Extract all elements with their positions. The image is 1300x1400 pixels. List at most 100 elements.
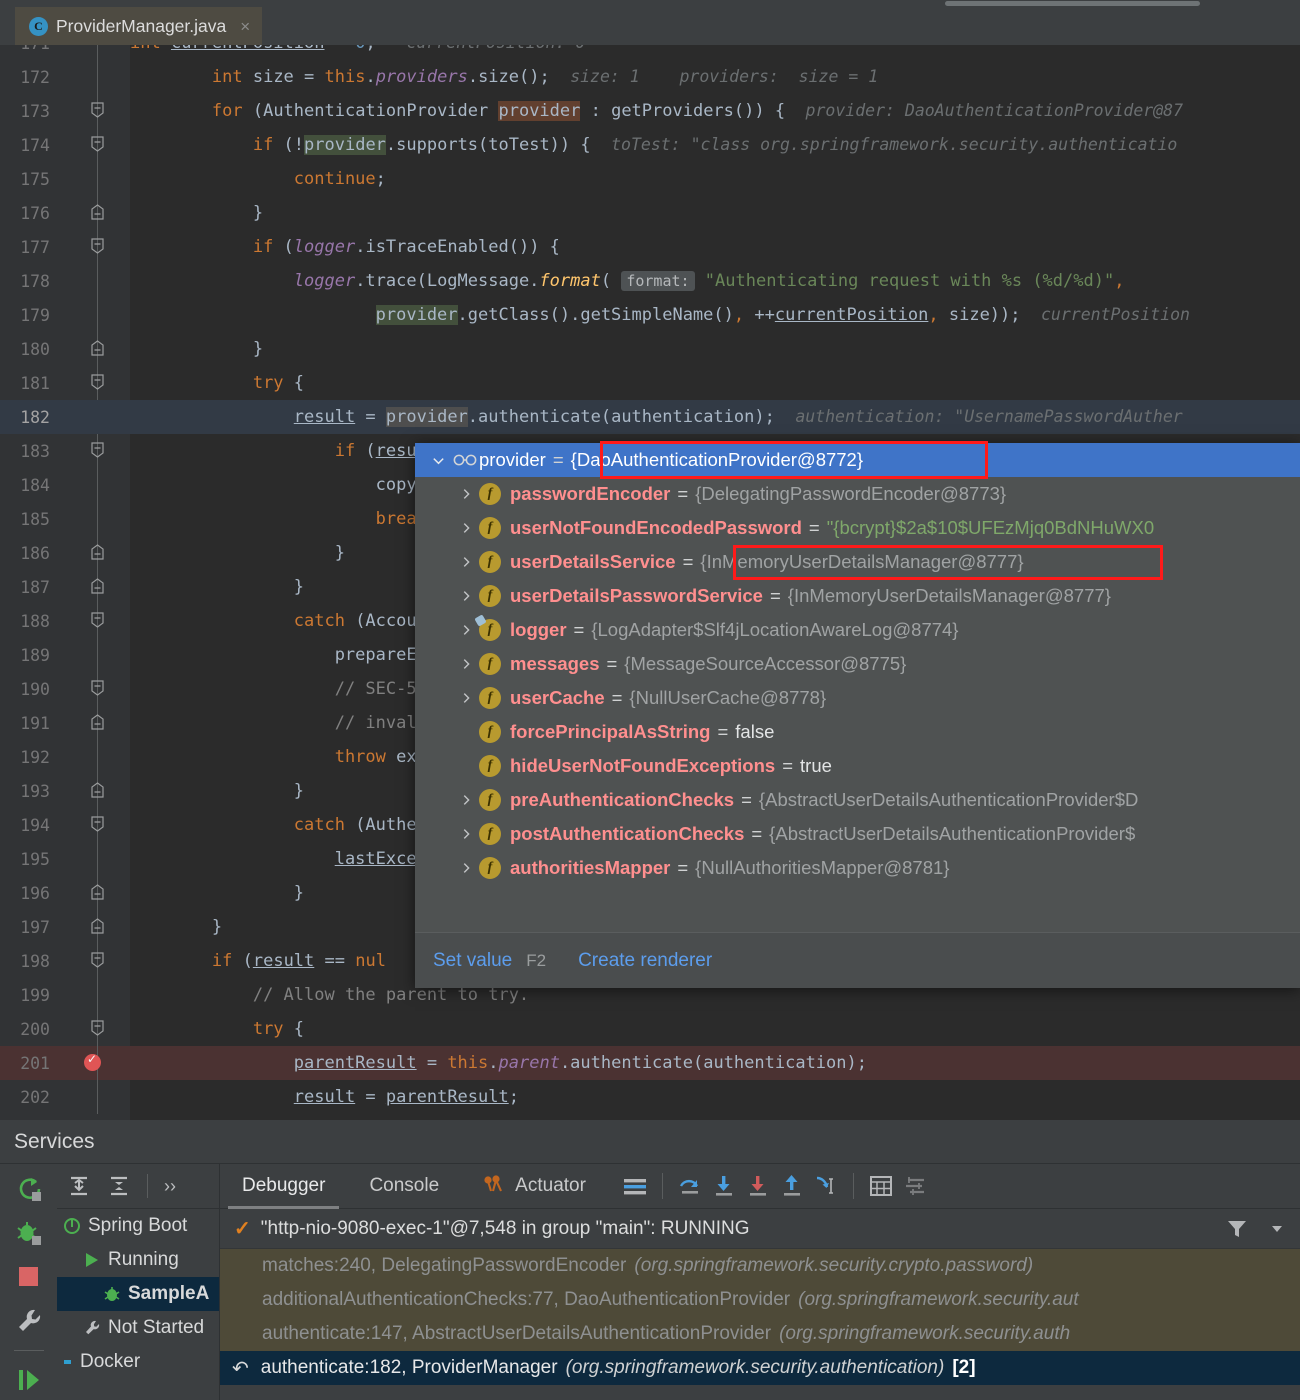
fold-column[interactable]	[50, 842, 130, 876]
code-line-171[interactable]: 171 int currentPosition = 0; currentPosi…	[0, 45, 1300, 60]
create-renderer-link[interactable]: Create renderer	[578, 950, 712, 972]
code-line-202[interactable]: 202 result = parentResult;	[0, 1080, 1300, 1114]
code-line-177[interactable]: 177 if (logger.isTraceEnabled()) {	[0, 230, 1300, 264]
run-to-cursor-icon[interactable]	[809, 1169, 843, 1203]
services-tree-item-not-started[interactable]: Not Started	[57, 1311, 219, 1345]
services-tree-item-docker[interactable]: Docker	[57, 1345, 219, 1379]
popup-field-row[interactable]: f forcePrincipalAsString = false	[415, 715, 1300, 749]
editor-horizontal-scrollbar[interactable]	[0, 0, 1300, 7]
chevron-down-icon[interactable]	[1268, 1220, 1286, 1238]
stack-frame-row[interactable]: authenticate:147, AbstractUserDetailsAut…	[220, 1317, 1300, 1351]
popup-field-row[interactable]: f userDetailsPasswordService = {InMemoryUse…	[415, 579, 1300, 613]
call-stack-frames[interactable]: matches:240, DelegatingPasswordEncoder (o…	[220, 1249, 1300, 1385]
rerun-icon[interactable]	[14, 1174, 44, 1204]
fold-column[interactable]	[50, 570, 130, 604]
step-out-icon[interactable]	[775, 1169, 809, 1203]
close-icon[interactable]: ×	[240, 18, 250, 35]
fold-column[interactable]	[50, 366, 130, 400]
code-line-178[interactable]: 178 logger.trace(LogMessage.format( form…	[0, 264, 1300, 298]
chevron-right-icon[interactable]	[453, 521, 479, 535]
fold-column[interactable]	[50, 536, 130, 570]
fold-column[interactable]	[50, 910, 130, 944]
breakpoint-icon[interactable]	[84, 1052, 101, 1071]
fold-column[interactable]	[50, 604, 130, 638]
threads-view-icon[interactable]	[618, 1169, 652, 1203]
filter-icon[interactable]	[1226, 1218, 1248, 1240]
services-action-rail[interactable]	[0, 1164, 57, 1400]
code-line-181[interactable]: 181 try {	[0, 366, 1300, 400]
fold-column[interactable]	[50, 468, 130, 502]
fold-column[interactable]	[50, 298, 130, 332]
code-line-173[interactable]: 173 for (AuthenticationProvider provider…	[0, 94, 1300, 128]
code-line-175[interactable]: 175 continue;	[0, 162, 1300, 196]
services-tree-item-spring-boot[interactable]: Spring Boot	[57, 1209, 219, 1243]
tab-actuator[interactable]: Actuator	[461, 1164, 608, 1209]
popup-field-row[interactable]: f messages = {MessageSourceAccessor@8775}	[415, 647, 1300, 681]
expand-all-icon[interactable]	[67, 1174, 91, 1198]
fold-column[interactable]	[50, 978, 130, 1012]
fold-column[interactable]	[50, 876, 130, 910]
services-tree-items[interactable]: Spring Boot Running SampleA Not Started Dock…	[57, 1209, 219, 1379]
fold-column[interactable]	[50, 502, 130, 536]
services-tree-toolbar[interactable]: ››	[57, 1164, 219, 1209]
tab-console[interactable]: Console	[347, 1164, 461, 1209]
fold-column[interactable]	[50, 672, 130, 706]
settings-wrench-icon[interactable]	[14, 1306, 44, 1336]
thread-status-row[interactable]: ✓ "http-nio-9080-exec-1"@7,548 in group …	[220, 1209, 1300, 1249]
step-into-icon[interactable]	[707, 1169, 741, 1203]
settings-list-icon[interactable]	[898, 1169, 932, 1203]
fold-column[interactable]	[50, 196, 130, 230]
code-line-179[interactable]: 179 provider.getClass().getSimpleName(),…	[0, 298, 1300, 332]
code-line-182[interactable]: 182 result = provider.authenticate(authe…	[0, 400, 1300, 434]
stack-frame-row[interactable]: matches:240, DelegatingPasswordEncoder (o…	[220, 1249, 1300, 1283]
stack-frame-row[interactable]: additionalAuthenticationChecks:77, DaoAu…	[220, 1283, 1300, 1317]
fold-column[interactable]	[50, 774, 130, 808]
debug-icon[interactable]	[14, 1218, 44, 1248]
evaluate-expression-icon[interactable]	[864, 1169, 898, 1203]
fold-column[interactable]	[50, 1012, 130, 1046]
popup-field-row[interactable]: f authoritiesMapper = {NullAuthoritiesMappe…	[415, 851, 1300, 885]
step-over-icon[interactable]	[673, 1169, 707, 1203]
chevron-right-icon[interactable]	[453, 827, 479, 841]
services-tree-item-running[interactable]: Running	[57, 1243, 219, 1277]
code-line-180[interactable]: 180 }	[0, 332, 1300, 366]
thread-row-actions[interactable]	[1226, 1218, 1286, 1240]
code-line-200[interactable]: 200 try {	[0, 1012, 1300, 1046]
fold-column[interactable]	[50, 230, 130, 264]
chevron-right-icon[interactable]	[453, 623, 479, 637]
more-icon[interactable]: ››	[164, 1176, 176, 1197]
chevron-right-icon[interactable]	[453, 589, 479, 603]
fold-column[interactable]	[50, 162, 130, 196]
popup-field-row[interactable]: f postAuthenticationChecks = {AbstractUserD…	[415, 817, 1300, 851]
code-line-174[interactable]: 174 if (!provider.supports(toTest)) { to…	[0, 128, 1300, 162]
chevron-right-icon[interactable]	[453, 657, 479, 671]
popup-field-row[interactable]: f userCache = {NullUserCache@8778}	[415, 681, 1300, 715]
chevron-right-icon[interactable]	[453, 793, 479, 807]
popup-field-list[interactable]: f passwordEncoder = {DelegatingPasswordEnco…	[415, 477, 1300, 885]
popup-field-row[interactable]: f logger = {LogAdapter$Slf4jLocationAwareLo…	[415, 613, 1300, 647]
debugger-value-popup[interactable]: provider = {DaoAuthenticationProvider@87…	[415, 443, 1300, 988]
popup-field-row[interactable]: f userNotFoundEncodedPassword = "{bcrypt}$2…	[415, 511, 1300, 545]
services-tree-panel[interactable]: ›› Spring Boot Running SampleA Not Started D…	[57, 1164, 220, 1400]
resume-icon[interactable]	[14, 1365, 44, 1395]
chevron-right-icon[interactable]	[453, 691, 479, 705]
fold-column[interactable]	[50, 45, 130, 60]
fold-column[interactable]	[50, 706, 130, 740]
code-line-201[interactable]: 201 parentResult = this.parent.authentic…	[0, 1046, 1300, 1080]
tab-debugger[interactable]: Debugger	[220, 1164, 347, 1209]
stop-icon[interactable]	[14, 1262, 44, 1292]
collapse-all-icon[interactable]	[107, 1174, 131, 1198]
force-step-into-icon[interactable]	[741, 1169, 775, 1203]
fold-column[interactable]	[50, 332, 130, 366]
popup-field-row[interactable]: f passwordEncoder = {DelegatingPasswordEnco…	[415, 477, 1300, 511]
chevron-right-icon[interactable]	[453, 487, 479, 501]
fold-column[interactable]	[50, 740, 130, 774]
fold-column[interactable]	[50, 94, 130, 128]
fold-column[interactable]	[50, 264, 130, 298]
set-value-link[interactable]: Set value	[433, 950, 512, 972]
services-tree-item-samplea[interactable]: SampleA	[57, 1277, 219, 1311]
fold-column[interactable]	[50, 808, 130, 842]
scrollbar-thumb[interactable]	[945, 1, 1200, 6]
popup-field-row[interactable]: f hideUserNotFoundExceptions = true	[415, 749, 1300, 783]
fold-column[interactable]	[50, 1080, 130, 1114]
